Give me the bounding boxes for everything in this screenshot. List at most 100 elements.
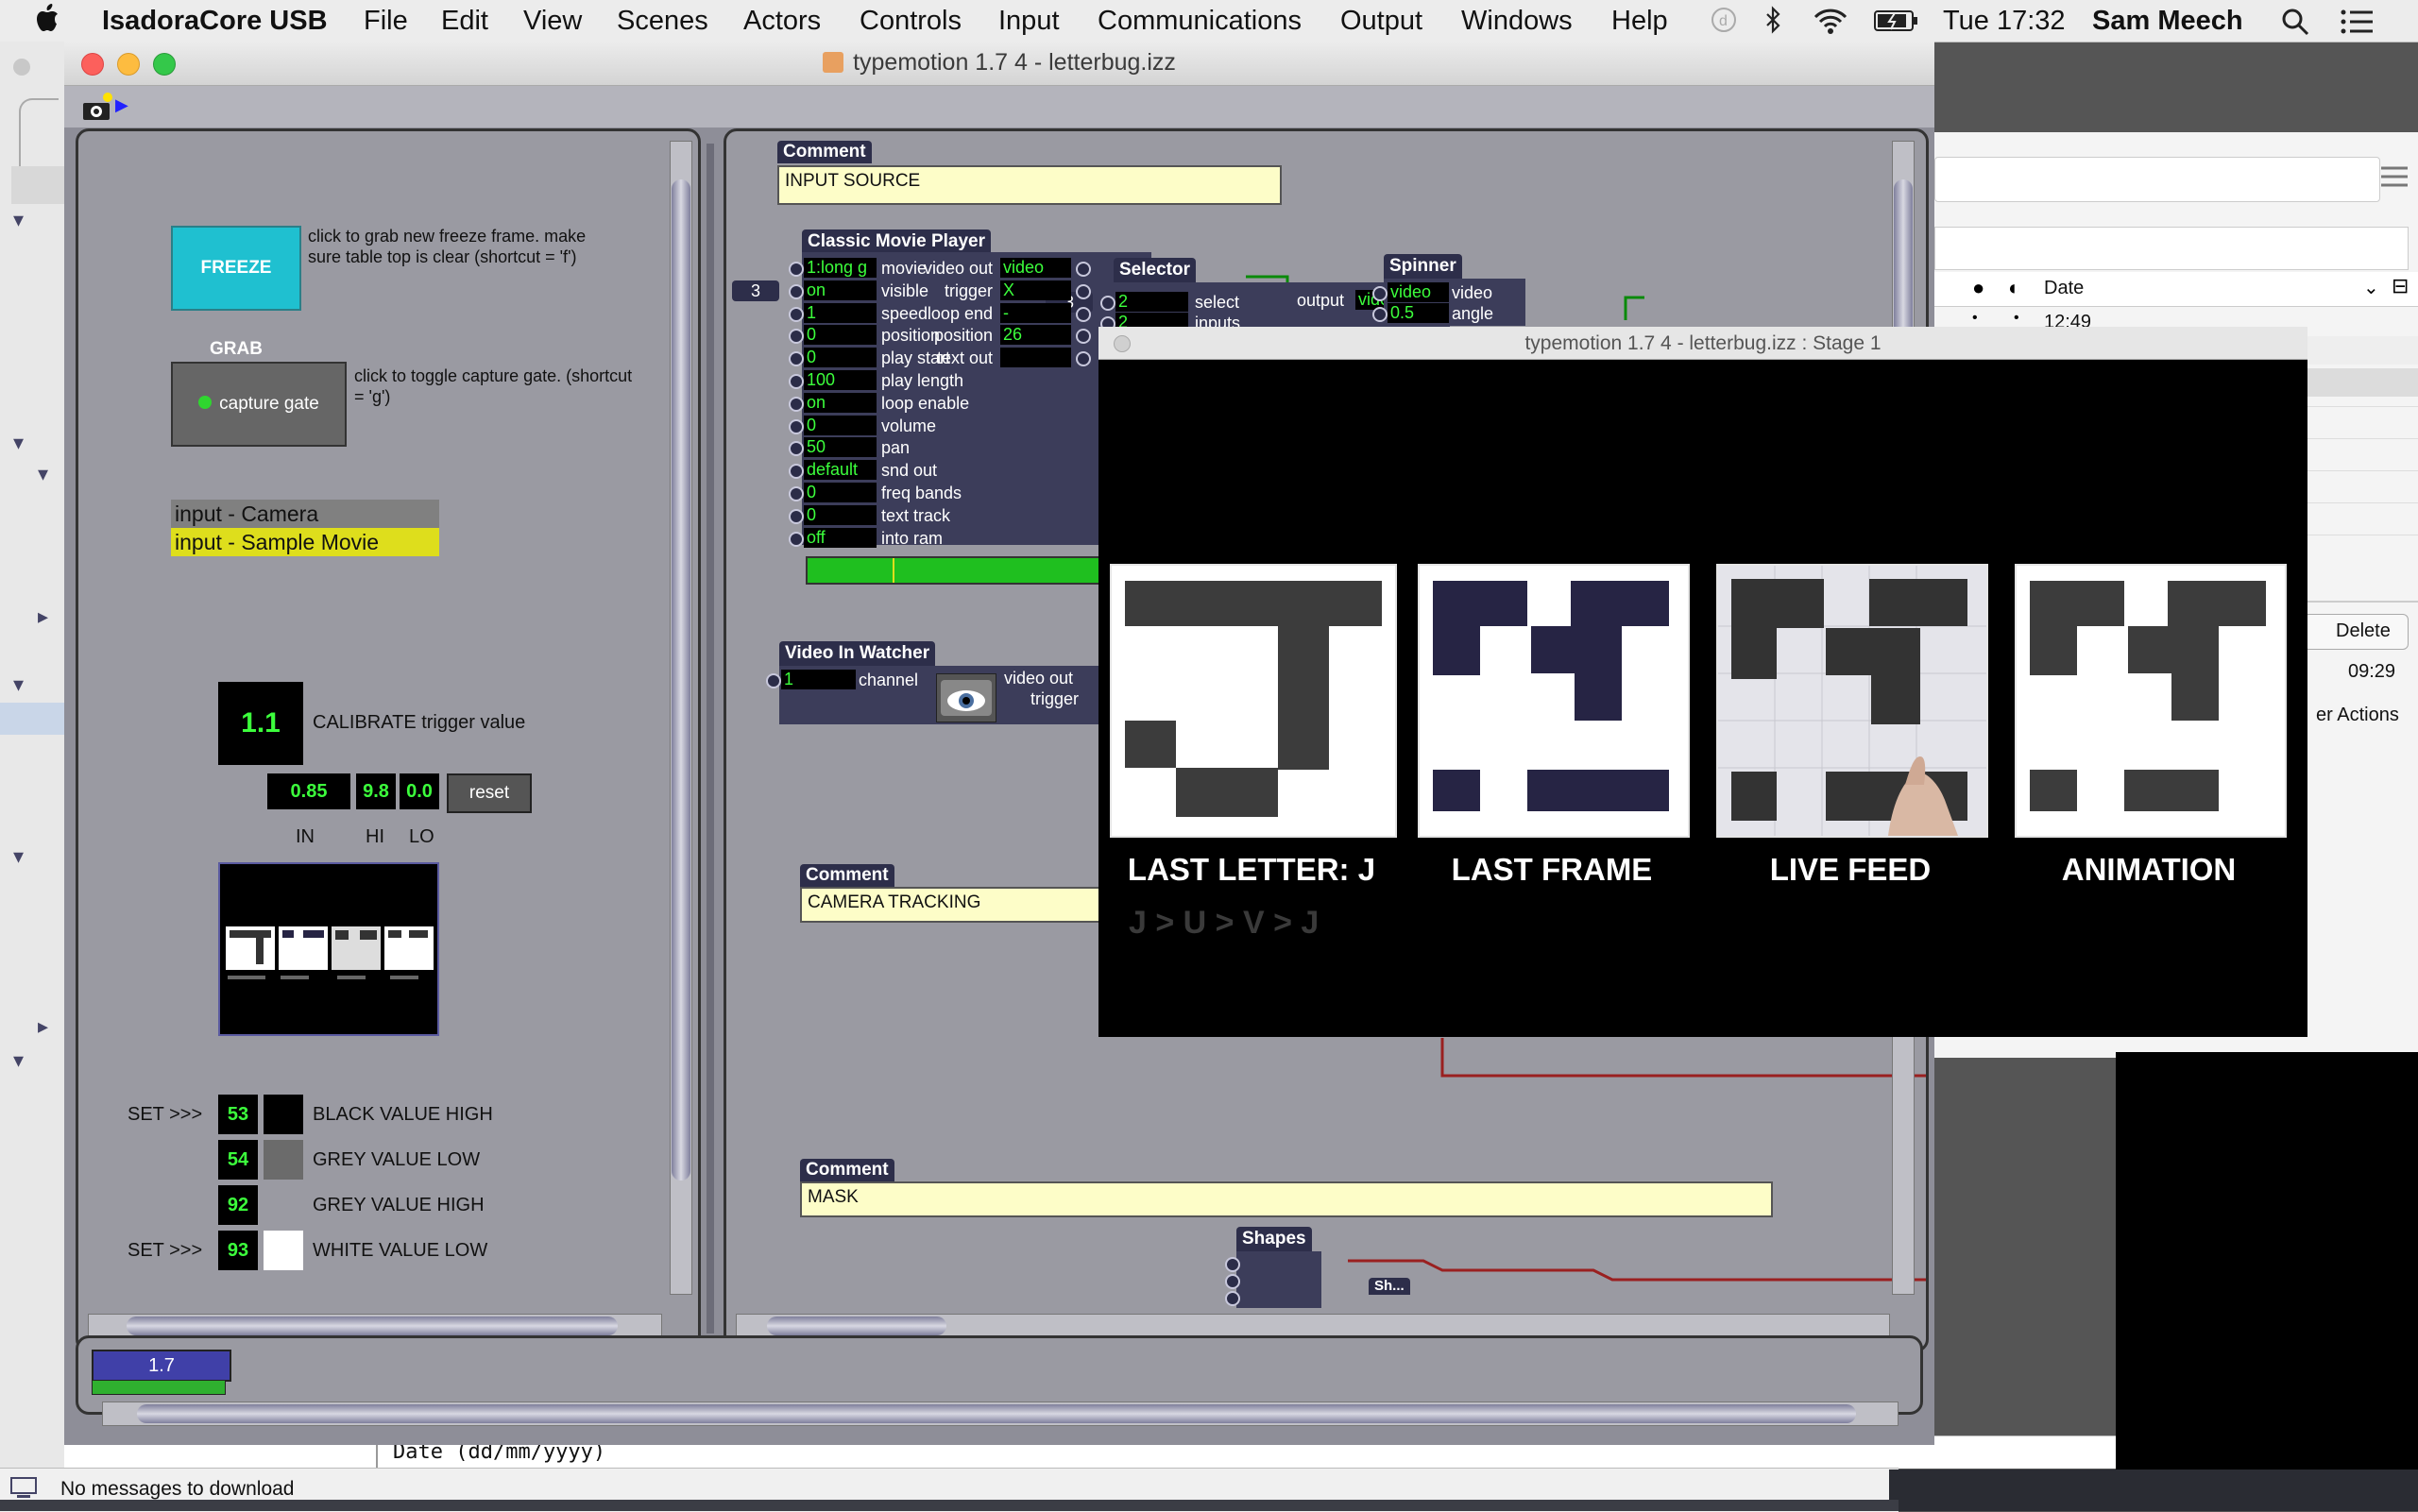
video-in-watcher-title[interactable]: Video In Watcher [779,641,936,666]
scroll-thumb[interactable] [1894,179,1913,349]
version-value[interactable]: 1.7 [92,1350,231,1382]
battery-icon[interactable] [1874,8,1919,33]
freeze-grab-button[interactable]: FREEZE GRAB [171,226,301,359]
player-inlet[interactable] [789,508,804,524]
player-param-value[interactable]: 0 [804,504,877,525]
shapes2-title[interactable]: Sh... [1369,1278,1410,1295]
reset-button[interactable]: reset [447,773,532,813]
stage-titlebar[interactable]: typemotion 1.7 4 - letterbug.izz : Stage… [1098,327,2307,360]
set-black-high-label[interactable]: SET >>> [128,1104,202,1126]
menu-communications[interactable]: Communications [1098,5,1302,37]
pane-divider[interactable] [707,144,714,1334]
menu-view[interactable]: View [523,5,582,37]
spinner-title[interactable]: Spinner [1384,254,1462,279]
app-menu[interactable]: IsadoraCore USB [102,5,328,37]
shapes-actor[interactable] [1236,1251,1321,1308]
player-param-value[interactable]: 100 [804,370,877,390]
in-value[interactable]: 0.85 [267,773,350,809]
hi-value[interactable]: 9.8 [356,773,396,809]
comment-title[interactable]: Comment [800,1159,894,1181]
shapes-inlet[interactable] [1225,1274,1240,1289]
player-outlet[interactable] [1076,262,1091,277]
grey-value-low[interactable]: 54 [218,1140,258,1180]
selector-select-value[interactable]: 2 [1115,292,1188,312]
background-search-field[interactable] [1934,157,2380,202]
menu-actors[interactable]: Actors [743,5,821,37]
menu-file[interactable]: File [364,5,408,37]
spinner-inlet[interactable] [1372,307,1388,322]
spotlight-icon[interactable] [2280,7,2310,37]
spinner-angle-value[interactable]: 0.5 [1388,303,1449,323]
play-arrow-icon[interactable]: ▶ [115,95,128,115]
shapes-inlet[interactable] [1225,1291,1240,1306]
player-inlet[interactable] [789,374,804,389]
delete-button[interactable]: Delete [2303,614,2409,650]
player-param-value[interactable]: 0 [804,415,877,435]
white-value-low[interactable]: 93 [218,1231,258,1270]
player-param-value[interactable]: 50 [804,437,877,458]
collapse-arrow-icon[interactable]: ▾ [13,1048,24,1073]
menu-windows[interactable]: Windows [1461,5,1573,37]
input-camera-option[interactable]: input - Camera [171,500,439,528]
shapes-inlet[interactable] [1225,1257,1240,1272]
control-vertical-scrollbar[interactable] [670,141,692,1295]
collapse-arrow-icon[interactable]: ▾ [13,844,24,869]
collapse-arrow-icon[interactable]: ▾ [13,208,24,232]
menu-user[interactable]: Sam Meech [2092,5,2243,37]
shapes-title[interactable]: Shapes [1236,1227,1312,1251]
apple-icon[interactable] [36,3,60,33]
lo-value[interactable]: 0.0 [400,773,439,809]
comment-input-source[interactable]: INPUT SOURCE [777,165,1282,205]
movie-progress-bar[interactable] [806,556,1102,585]
player-inlet[interactable] [789,486,804,501]
comment-mask[interactable]: MASK [800,1181,1773,1217]
selector-inlet[interactable] [1100,296,1115,311]
notification-center-icon[interactable] [2341,8,2375,35]
player-inlet[interactable] [789,418,804,434]
comment-title[interactable]: Comment [777,141,872,163]
spinner-video-value[interactable]: video [1388,282,1449,302]
scroll-thumb[interactable] [127,1317,618,1335]
classic-movie-player-title[interactable]: Classic Movie Player [802,229,991,254]
player-outlet[interactable] [1076,283,1091,299]
menu-lines-icon[interactable] [2378,162,2410,191]
set-white-low-label[interactable]: SET >>> [128,1240,202,1262]
menu-controls[interactable]: Controls [860,5,962,37]
capture-gate-button[interactable]: capture gate [171,362,347,447]
collapse-arrow-icon[interactable]: ▾ [38,462,48,486]
selector-title[interactable]: Selector [1114,258,1196,282]
input-sample-movie-option[interactable]: input - Sample Movie [171,528,439,556]
calibrate-value[interactable]: 1.1 [218,682,303,765]
menu-edit[interactable]: Edit [441,5,488,37]
watcher-inlet[interactable] [766,673,781,688]
stage-preview[interactable] [218,862,439,1036]
black-value-high[interactable]: 53 [218,1095,258,1134]
stage-window[interactable]: typemotion 1.7 4 - letterbug.izz : Stage… [1098,327,2307,1037]
player-param-value[interactable]: 0 [804,483,877,502]
scroll-thumb[interactable] [137,1404,1856,1423]
player-param-value[interactable]: off [804,527,877,548]
player-param-value[interactable]: default [804,460,877,481]
collapse-arrow-icon[interactable]: ▾ [13,672,24,697]
spinner-inlet[interactable] [1372,286,1388,301]
player-outlet[interactable] [1076,306,1091,322]
menu-input[interactable]: Input [998,5,1060,37]
wifi-icon[interactable] [1812,6,1849,36]
expand-arrow-icon[interactable]: ▸ [38,1014,48,1039]
bluetooth-icon[interactable] [1764,6,1783,36]
actions-label[interactable]: er Actions [2316,705,2399,726]
comment-title[interactable]: Comment [800,864,894,887]
snapshot-camera-icon[interactable] [79,90,117,124]
menu-clock[interactable]: Tue 17:32 [1943,5,2066,37]
dictation-icon[interactable]: d [1710,6,1738,34]
date-column-header[interactable]: Date [2044,278,2084,299]
scroll-thumb[interactable] [767,1317,946,1335]
menu-scenes[interactable]: Scenes [617,5,708,37]
chevron-down-icon[interactable]: ⌄ [2363,276,2379,299]
player-param-value[interactable]: on [804,392,877,413]
grey-value-high[interactable]: 92 [218,1185,258,1225]
menu-help[interactable]: Help [1611,5,1668,37]
bottom-horizontal-scrollbar[interactable] [102,1402,1899,1426]
window-titlebar[interactable]: typemotion 1.7 4 - letterbug.izz [64,42,1934,86]
collapse-arrow-icon[interactable]: ▾ [13,431,24,455]
